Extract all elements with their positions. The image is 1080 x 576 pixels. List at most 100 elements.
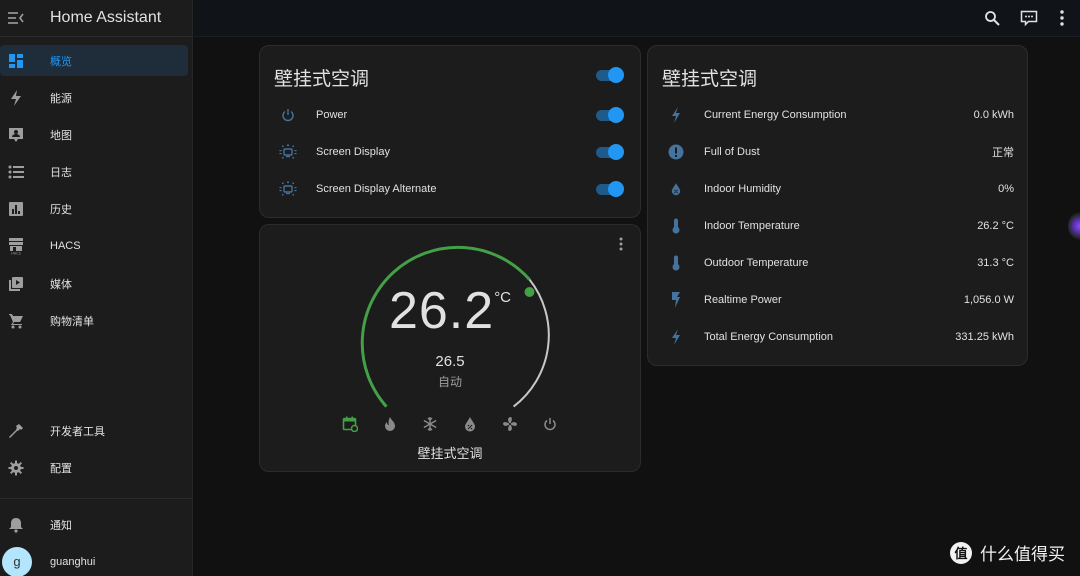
alert-circle-icon	[664, 140, 688, 164]
hacs-store-icon: HACS	[0, 237, 32, 255]
master-toggle[interactable]	[596, 67, 626, 83]
map-account-icon	[0, 127, 32, 143]
hammer-icon	[0, 423, 32, 439]
power-icon	[544, 418, 556, 431]
search-icon	[985, 11, 1000, 26]
view-dashboard-icon	[0, 53, 32, 69]
sensors-card: 壁挂式空调 Current Energy Consumption 0.0 kWh…	[647, 45, 1028, 366]
watermark-text: 什么值得买	[980, 545, 1065, 564]
entity-label: Screen Display	[316, 146, 390, 158]
snowflake-icon	[423, 417, 437, 431]
sensor-label: Outdoor Temperature	[704, 257, 809, 269]
sidebar-divider	[0, 498, 193, 499]
thermometer-icon	[664, 214, 688, 238]
sidebar-item-map[interactable]: 地图	[0, 119, 188, 150]
watermark-logo: 值	[950, 541, 972, 564]
sensor-row-current-energy[interactable]: Current Energy Consumption 0.0 kWh	[648, 100, 1027, 130]
more-options-button[interactable]	[1050, 6, 1074, 30]
television-ambient-light-icon	[276, 140, 300, 164]
menu-toggle-button[interactable]	[0, 0, 32, 36]
sidebar-item-history[interactable]: 历史	[0, 193, 188, 224]
sidebar-item-label: 历史	[50, 203, 72, 216]
sensor-row-total-energy[interactable]: Total Energy Consumption 331.25 kWh	[648, 322, 1027, 352]
power-icon	[276, 103, 300, 127]
sensor-value: 26.2 °C	[977, 220, 1014, 232]
cart-icon	[0, 313, 32, 329]
sidebar-item-hacs[interactable]: HACS HACS	[0, 230, 188, 261]
sensor-row-full-of-dust[interactable]: Full of Dust 正常	[648, 137, 1027, 167]
search-button[interactable]	[980, 6, 1004, 30]
screen-display-toggle[interactable]	[596, 144, 626, 160]
mode-cool-button[interactable]	[419, 413, 441, 435]
sensor-value: 331.25 kWh	[955, 331, 1014, 343]
target-temperature: 26.5	[435, 353, 465, 370]
sensor-row-indoor-humidity[interactable]: Indoor Humidity 0%	[648, 174, 1027, 204]
sidebar-item-label: 开发者工具	[50, 425, 105, 438]
sidebar-item-media[interactable]: 媒体	[0, 268, 188, 299]
sensor-label: Total Energy Consumption	[704, 331, 834, 343]
thermostat-name: 壁挂式空调	[417, 446, 483, 461]
assist-button[interactable]	[1017, 6, 1041, 30]
sidebar-item-label: 媒体	[50, 278, 72, 291]
sidebar-item-label: 日志	[50, 166, 72, 179]
entity-row-power[interactable]: Power	[260, 100, 640, 130]
sensor-value: 正常	[992, 147, 1014, 159]
sensor-row-outdoor-temperature[interactable]: Outdoor Temperature 31.3 °C	[648, 248, 1027, 278]
sidebar-item-label: 通知	[50, 519, 72, 532]
entities-card: 壁挂式空调 Power Screen Display Screen Displa…	[259, 45, 641, 218]
sidebar-item-shopping-list[interactable]: 购物清单	[0, 305, 188, 336]
watermark: 值 什么值得买	[950, 540, 1065, 565]
television-ambient-light-icon	[276, 177, 300, 201]
format-list-bulleted-icon	[0, 165, 32, 179]
mode-dry-button[interactable]	[459, 413, 481, 435]
sensor-value: 0.0 kWh	[973, 109, 1014, 121]
flash-icon	[664, 288, 688, 312]
sidebar-item-developer-tools[interactable]: 开发者工具	[0, 415, 188, 446]
mode-auto-button[interactable]	[339, 413, 361, 435]
entity-row-screen-display-alternate[interactable]: Screen Display Alternate	[260, 174, 640, 204]
sidebar-item-label: 能源	[50, 92, 72, 105]
sidebar-item-label: 概览	[50, 55, 72, 68]
lightning-bolt-icon	[0, 89, 32, 106]
water-percent-icon	[664, 177, 688, 201]
sensor-row-realtime-power[interactable]: Realtime Power 1,056.0 W	[648, 285, 1027, 315]
sensor-label: Realtime Power	[704, 294, 782, 306]
sidebar-item-label: 购物清单	[50, 315, 94, 328]
entity-label: Screen Display Alternate	[316, 183, 437, 195]
svg-text:HACS: HACS	[11, 251, 21, 255]
sensor-label: Current Energy Consumption	[704, 109, 847, 121]
sensor-row-indoor-temperature[interactable]: Indoor Temperature 26.2 °C	[648, 211, 1027, 241]
sidebar-item-label: 配置	[50, 462, 72, 475]
screen-display-alternate-toggle[interactable]	[596, 181, 626, 197]
hvac-mode-label: 自动	[437, 375, 462, 389]
user-name: guanghui	[50, 555, 96, 568]
bell-icon	[0, 517, 32, 533]
entity-row-screen-display[interactable]: Screen Display	[260, 137, 640, 167]
sidebar-item-overview[interactable]: 概览	[0, 45, 188, 76]
sensor-label: Full of Dust	[704, 146, 760, 158]
thermostat-card: 26.2°C 26.5 自动 壁挂式空调	[259, 224, 641, 472]
sidebar-item-energy[interactable]: 能源	[0, 82, 188, 113]
power-toggle[interactable]	[596, 107, 626, 123]
current-temperature: 26.2	[388, 282, 495, 340]
sensor-value: 1,056.0 W	[963, 294, 1014, 306]
sidebar-item-profile[interactable]: g guanghui	[0, 546, 188, 576]
mode-off-button[interactable]	[539, 413, 561, 435]
sidebar-edge-indicator[interactable]	[1068, 212, 1080, 240]
sidebar-item-settings[interactable]: 配置	[0, 452, 188, 483]
sidebar-item-label: 地图	[50, 129, 72, 142]
mode-fan-button[interactable]	[499, 413, 521, 435]
sensor-label: Indoor Temperature	[704, 220, 800, 232]
mode-heat-button[interactable]	[379, 413, 401, 435]
sensor-value: 0%	[998, 183, 1014, 195]
sidebar-header: Home Assistant	[0, 0, 192, 37]
fan-icon	[503, 417, 517, 431]
water-percent-icon	[465, 417, 475, 432]
sidebar-item-notifications[interactable]: 通知	[0, 509, 188, 540]
lightning-bolt-icon	[664, 325, 688, 349]
thermostat-dial[interactable]	[260, 225, 640, 471]
sidebar-item-logbook[interactable]: 日志	[0, 156, 188, 187]
cog-icon	[0, 460, 32, 476]
entity-label: Power	[316, 109, 348, 121]
sensor-value: 31.3 °C	[977, 257, 1014, 269]
